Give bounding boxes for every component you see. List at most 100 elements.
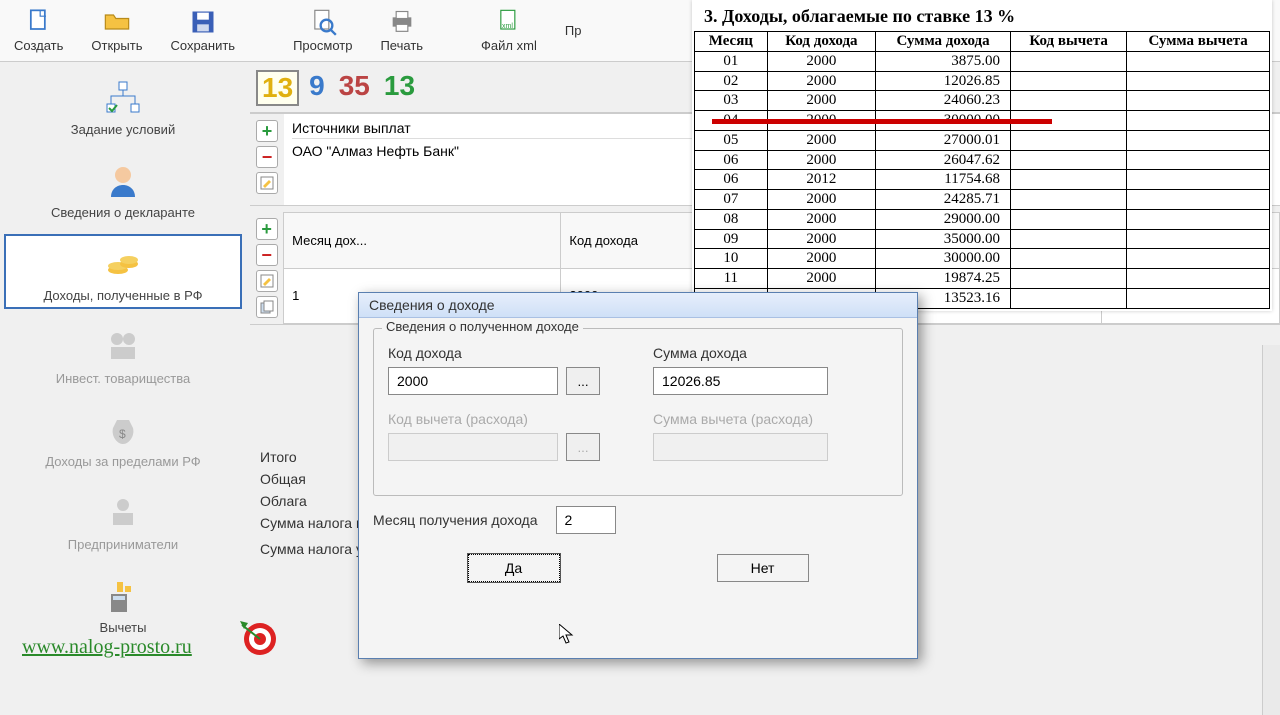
ref-row: 09200035000.00 bbox=[695, 229, 1270, 249]
create-button[interactable]: Создать bbox=[0, 0, 77, 61]
nav-invest: Инвест. товарищества bbox=[4, 317, 242, 392]
deduction-code-browse-button: ... bbox=[566, 433, 600, 461]
rate-9[interactable]: 9 bbox=[305, 70, 329, 106]
tree-icon bbox=[103, 78, 143, 118]
save-icon bbox=[189, 8, 217, 36]
month-label: Месяц получения дохода bbox=[373, 512, 538, 528]
left-navigation: Задание условий Сведения о декларанте До… bbox=[0, 64, 246, 645]
rate-35[interactable]: 35 bbox=[335, 70, 374, 106]
ref-h-dcode: Код вычета bbox=[1010, 32, 1126, 52]
nav-declarant[interactable]: Сведения о декларанте bbox=[4, 151, 242, 226]
deduction-sum-input bbox=[653, 433, 828, 461]
income-code-input[interactable] bbox=[388, 367, 558, 395]
nav-conditions-label: Задание условий bbox=[71, 122, 175, 137]
ref-h-month: Месяц bbox=[695, 32, 768, 52]
ref-h-dsum: Сумма вычета bbox=[1127, 32, 1270, 52]
income-info-dialog: Сведения о доходе Сведения о полученном … bbox=[358, 292, 918, 659]
red-highlight-line bbox=[712, 119, 1052, 124]
money-bag-icon: $ bbox=[103, 410, 143, 450]
ref-row: 06201211754.68 bbox=[695, 170, 1270, 190]
sources-side-buttons: + − bbox=[250, 114, 284, 205]
nav-declarant-label: Сведения о декларанте bbox=[51, 205, 195, 220]
nav-invest-label: Инвест. товарищества bbox=[56, 371, 191, 386]
nav-entrepreneurs: Предприниматели bbox=[4, 483, 242, 558]
save-button[interactable]: Сохранить bbox=[156, 0, 249, 61]
print-icon bbox=[388, 8, 416, 36]
xml-button[interactable]: xml Файл xml bbox=[467, 0, 551, 61]
svg-text:xml: xml bbox=[502, 23, 513, 30]
xml-file-icon: xml bbox=[495, 8, 523, 36]
col-month[interactable]: Месяц дох... bbox=[284, 213, 561, 269]
vertical-scrollbar[interactable] bbox=[1262, 345, 1280, 715]
print-button[interactable]: Печать bbox=[366, 0, 437, 61]
xml-label: Файл xml bbox=[481, 38, 537, 53]
dialog-no-button[interactable]: Нет bbox=[717, 554, 809, 582]
ref-row: 10200030000.00 bbox=[695, 249, 1270, 269]
open-label: Открыть bbox=[91, 38, 142, 53]
edit-source-button[interactable] bbox=[256, 172, 278, 194]
folder-open-icon bbox=[103, 8, 131, 36]
dialog-group: Сведения о полученном доходе Код дохода … bbox=[373, 328, 903, 496]
check-button[interactable]: Пр bbox=[551, 0, 596, 61]
preview-icon bbox=[309, 8, 337, 36]
watermark-text: www.nalog-prosto.ru bbox=[22, 636, 192, 659]
nav-income-rf-label: Доходы, полученные в РФ bbox=[43, 288, 202, 303]
deduction-code-input bbox=[388, 433, 558, 461]
preview-button[interactable]: Просмотр bbox=[279, 0, 366, 61]
target-icon bbox=[240, 619, 280, 659]
edit-income-button[interactable] bbox=[256, 270, 278, 292]
coins-icon bbox=[103, 244, 143, 284]
svg-text:$: $ bbox=[119, 427, 126, 441]
ref-row: 03200024060.23 bbox=[695, 91, 1270, 111]
save-label: Сохранить bbox=[170, 38, 235, 53]
income-sum-label: Сумма дохода bbox=[653, 345, 888, 361]
remove-income-button[interactable]: − bbox=[256, 244, 278, 266]
ref-row: 11200019874.25 bbox=[695, 269, 1270, 289]
edit-icon bbox=[260, 274, 274, 288]
income-side-buttons: + − bbox=[250, 212, 283, 324]
deduction-code-label: Код вычета (расхода) bbox=[388, 411, 623, 427]
rate-13-yellow[interactable]: 13 bbox=[256, 70, 299, 106]
rate-13-green[interactable]: 13 bbox=[380, 70, 419, 106]
ref-row: 05200027000.01 bbox=[695, 130, 1270, 150]
ref-row: 0120003875.00 bbox=[695, 51, 1270, 71]
ref-h-sum: Сумма дохода bbox=[876, 32, 1011, 52]
add-source-button[interactable]: + bbox=[256, 120, 278, 142]
nav-deductions[interactable]: Вычеты bbox=[4, 566, 242, 641]
file-new-icon bbox=[25, 8, 53, 36]
open-button[interactable]: Открыть bbox=[77, 0, 156, 61]
person-icon bbox=[103, 161, 143, 201]
reference-table: Месяц Код дохода Сумма дохода Код вычета… bbox=[694, 31, 1270, 309]
dialog-title: Сведения о доходе bbox=[359, 293, 917, 318]
nav-deductions-label: Вычеты bbox=[100, 620, 147, 635]
edit-icon bbox=[260, 176, 274, 190]
deduction-sum-label: Сумма вычета (расхода) bbox=[653, 411, 888, 427]
nav-income-rf[interactable]: Доходы, полученные в РФ bbox=[4, 234, 242, 309]
ref-row: 02200012026.85 bbox=[695, 71, 1270, 91]
preview-label: Просмотр bbox=[293, 38, 352, 53]
remove-source-button[interactable]: − bbox=[256, 146, 278, 168]
ref-row: 08200029000.00 bbox=[695, 209, 1270, 229]
check-label: Пр bbox=[565, 23, 582, 38]
ref-title: 3. Доходы, облагаемые по ставке 13 % bbox=[704, 6, 1264, 27]
dialog-group-title: Сведения о полученном доходе bbox=[382, 319, 583, 334]
income-sum-input[interactable] bbox=[653, 367, 828, 395]
handshake-icon bbox=[103, 327, 143, 367]
print-label: Печать bbox=[380, 38, 423, 53]
create-label: Создать bbox=[14, 38, 63, 53]
add-income-button[interactable]: + bbox=[256, 218, 278, 240]
nav-conditions[interactable]: Задание условий bbox=[4, 68, 242, 143]
copy-icon bbox=[260, 300, 274, 314]
copy-income-button[interactable] bbox=[256, 296, 278, 318]
ref-row: 07200024285.71 bbox=[695, 190, 1270, 210]
reference-document: 3. Доходы, облагаемые по ставке 13 % Мес… bbox=[692, 0, 1272, 311]
calculator-icon bbox=[103, 576, 143, 616]
nav-income-abroad-label: Доходы за пределами РФ bbox=[45, 454, 200, 469]
month-input[interactable] bbox=[556, 506, 616, 534]
nav-income-abroad: $ Доходы за пределами РФ bbox=[4, 400, 242, 475]
nav-entrepreneurs-label: Предприниматели bbox=[68, 537, 178, 552]
income-code-label: Код дохода bbox=[388, 345, 623, 361]
income-code-browse-button[interactable]: ... bbox=[566, 367, 600, 395]
ref-h-code: Код дохода bbox=[767, 32, 875, 52]
dialog-yes-button[interactable]: Да bbox=[468, 554, 560, 582]
